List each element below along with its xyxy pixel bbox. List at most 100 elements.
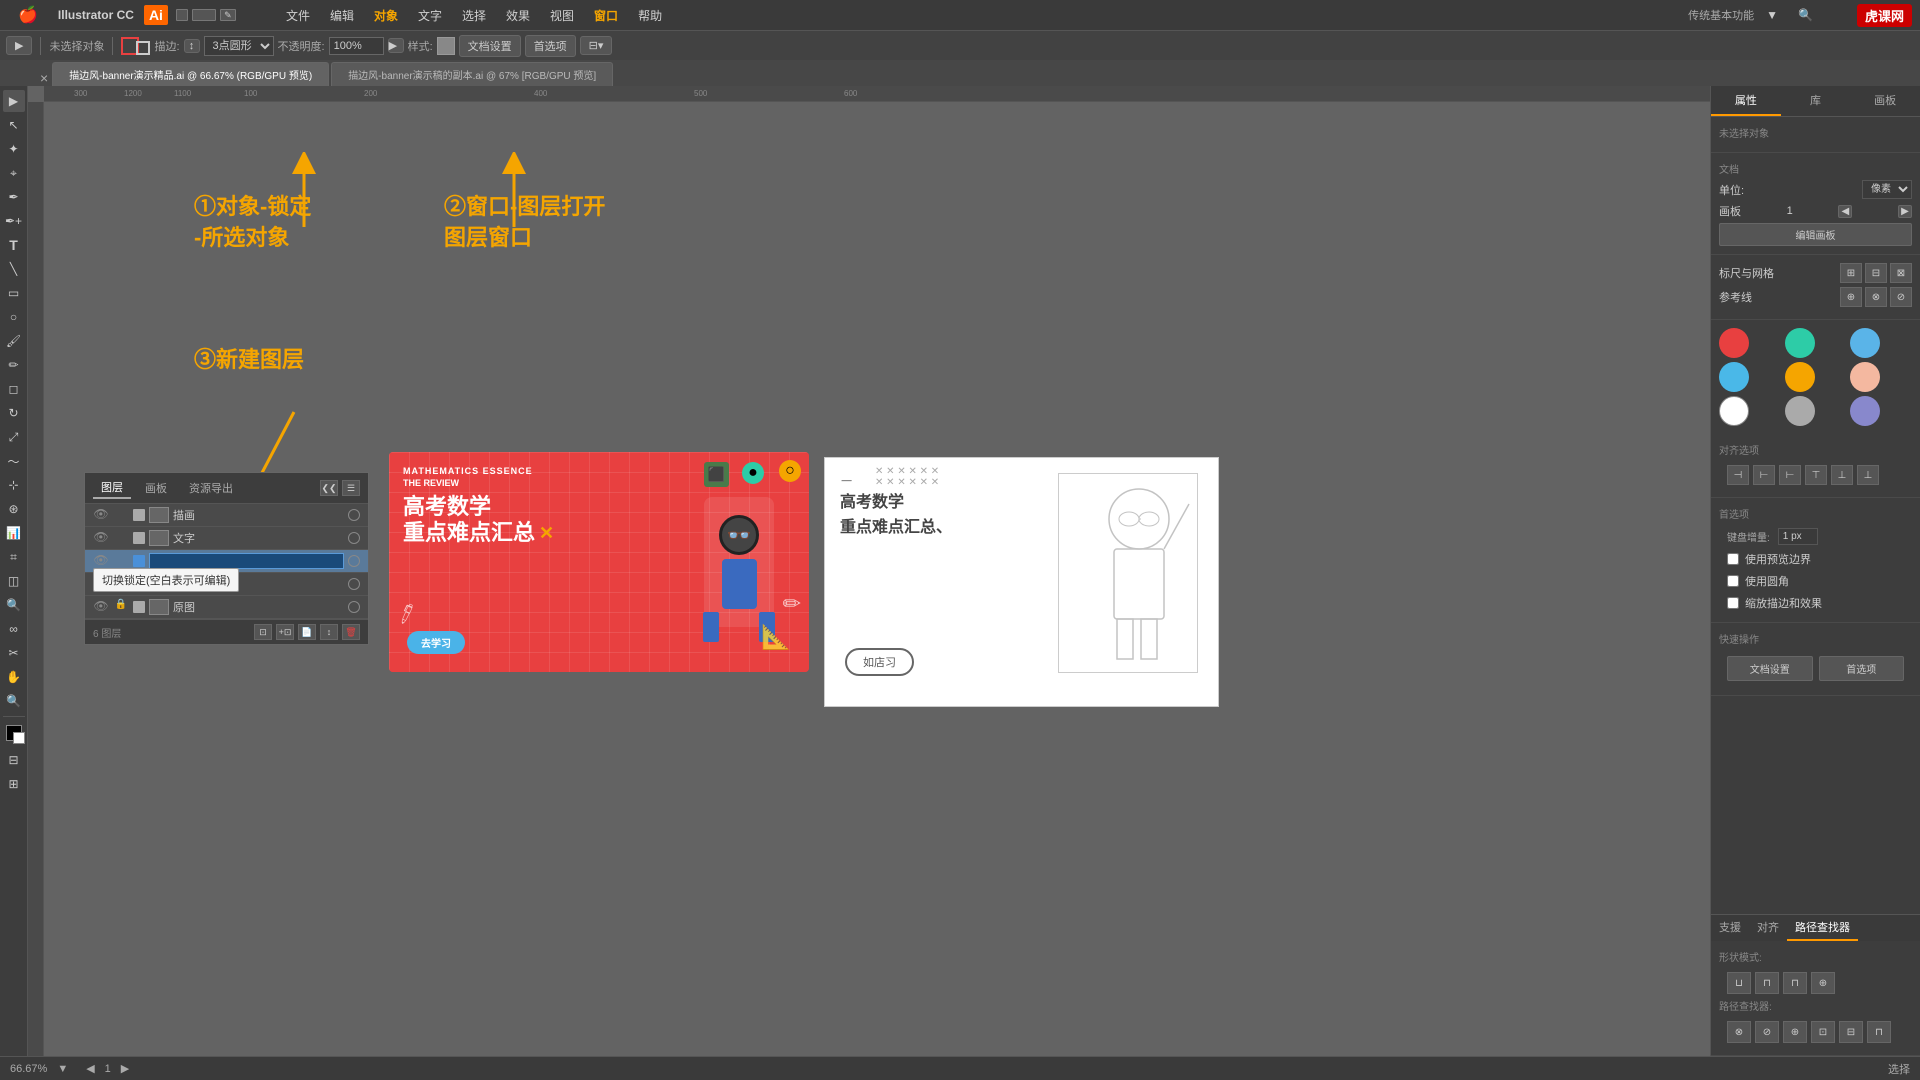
align-left[interactable]: ⊣ bbox=[1727, 465, 1749, 485]
pf-outline[interactable]: ⊟ bbox=[1839, 1021, 1863, 1043]
pf-exclude[interactable]: ⊕ bbox=[1811, 972, 1835, 994]
stroke-style-select[interactable]: 3点圆形 bbox=[204, 36, 274, 56]
menu-select[interactable]: 选择 bbox=[452, 0, 496, 30]
layer-lock-original[interactable]: 🔒 bbox=[113, 599, 129, 615]
pathfinder-tab[interactable]: 路径查找器 bbox=[1787, 915, 1858, 941]
artboard-tool[interactable]: ⊞ bbox=[3, 773, 25, 795]
pen-tool[interactable]: ✒ bbox=[3, 186, 25, 208]
add-anchor-tool[interactable]: ✒+ bbox=[3, 210, 25, 232]
preview-bounds-checkbox[interactable] bbox=[1727, 553, 1739, 565]
select-tool-btn[interactable]: ▶ bbox=[6, 36, 32, 55]
doc-settings-btn[interactable]: 文档设置 bbox=[459, 35, 521, 57]
rounded-corners-checkbox[interactable] bbox=[1727, 575, 1739, 587]
transform-tab[interactable]: 支援 bbox=[1711, 915, 1749, 941]
menu-edit[interactable]: 编辑 bbox=[320, 0, 364, 30]
gradient-tool[interactable]: ◫ bbox=[3, 570, 25, 592]
menu-view[interactable]: 视图 bbox=[540, 0, 584, 30]
app-name[interactable]: Illustrator CC bbox=[48, 0, 144, 30]
change-screen-mode[interactable]: ⊟ bbox=[3, 749, 25, 771]
layer-eye-original[interactable]: 👁 bbox=[93, 599, 109, 615]
tab-1[interactable]: 描边风-banner演示精品.ai @ 66.67% (RGB/GPU 预览) bbox=[52, 62, 329, 86]
layer-name-input[interactable] bbox=[149, 553, 344, 569]
menu-object[interactable]: 对象 bbox=[364, 0, 408, 30]
scale-stroke-checkbox[interactable] bbox=[1727, 597, 1739, 609]
apple-icon[interactable]: 🍎 bbox=[8, 0, 48, 30]
fill-control[interactable] bbox=[6, 725, 22, 741]
zoom-dropdown[interactable]: ▼ bbox=[57, 1063, 68, 1075]
pf-unite[interactable]: ⊔ bbox=[1727, 972, 1751, 994]
eyedropper-tool[interactable]: 🔍 bbox=[3, 594, 25, 616]
swatch-teal[interactable] bbox=[1785, 328, 1815, 358]
right-tab-properties[interactable]: 属性 bbox=[1711, 86, 1781, 116]
menu-file[interactable]: 文件 bbox=[276, 0, 320, 30]
edit-artboard-btn[interactable]: 编辑画板 bbox=[1719, 223, 1912, 246]
grid-btn-3[interactable]: ⊠ bbox=[1890, 263, 1912, 283]
zoom-tool[interactable]: 🔍 bbox=[3, 690, 25, 712]
layers-make-clipping[interactable]: ⊡ bbox=[254, 624, 272, 640]
preview-bounds-row[interactable]: 使用预览边界 bbox=[1719, 548, 1912, 570]
layers-tab-artboard[interactable]: 画板 bbox=[137, 478, 175, 498]
layer-item-draw[interactable]: 👁 描画 bbox=[85, 504, 368, 527]
unit-select[interactable]: 像素 bbox=[1862, 180, 1912, 199]
line-tool[interactable]: ╲ bbox=[3, 258, 25, 280]
layer-item-text[interactable]: 👁 文字 bbox=[85, 527, 368, 550]
scale-stroke-row[interactable]: 缩放描边和效果 bbox=[1719, 592, 1912, 614]
align-center-v[interactable]: ⊥ bbox=[1831, 465, 1853, 485]
layer-lock-draw[interactable] bbox=[113, 507, 129, 523]
artboard-prev[interactable]: ◀ bbox=[1838, 205, 1852, 218]
layers-menu-btn[interactable]: ☰ bbox=[342, 480, 360, 496]
banner-button[interactable]: 去学习 bbox=[407, 631, 465, 654]
pf-minus-back[interactable]: ⊓ bbox=[1867, 1021, 1891, 1043]
swatch-red[interactable] bbox=[1719, 328, 1749, 358]
menu-effects[interactable]: 效果 bbox=[496, 0, 540, 30]
symbol-sprayer-tool[interactable]: ⊛ bbox=[3, 498, 25, 520]
text-tool[interactable]: T bbox=[3, 234, 25, 256]
preferences-btn[interactable]: 首选项 bbox=[525, 35, 576, 57]
artboard-nav-next[interactable]: ▶ bbox=[121, 1062, 129, 1075]
eraser-tool[interactable]: ◻ bbox=[3, 378, 25, 400]
layer-item-original[interactable]: 👁 🔒 原图 bbox=[85, 596, 368, 619]
menu-text[interactable]: 文字 bbox=[408, 0, 452, 30]
menu-window[interactable]: 窗口 bbox=[584, 0, 628, 30]
swatch-lavender[interactable] bbox=[1850, 396, 1880, 426]
right-tab-library[interactable]: 库 bbox=[1781, 86, 1851, 116]
arrange-btn[interactable]: ⊟▾ bbox=[580, 36, 613, 55]
quick-doc-settings[interactable]: 文档设置 bbox=[1727, 656, 1813, 681]
opacity-right-btn[interactable]: ▶ bbox=[388, 38, 404, 53]
right-tab-artboards[interactable]: 画板 bbox=[1850, 86, 1920, 116]
align-bottom[interactable]: ⊥ bbox=[1857, 465, 1879, 485]
swatch-gray[interactable] bbox=[1785, 396, 1815, 426]
pf-trim[interactable]: ⊘ bbox=[1755, 1021, 1779, 1043]
canvas-area[interactable]: 300 1200 1100 100 200 400 500 600 ①对象-锁定… bbox=[28, 86, 1710, 1056]
selection-tool[interactable]: ▶ bbox=[3, 90, 25, 112]
close-all-tabs[interactable]: × bbox=[40, 70, 48, 86]
layer-lock-active[interactable] bbox=[113, 553, 129, 569]
canvas-content[interactable]: ①对象-锁定-所选对象 ②窗口-图层打开图层窗口 ③新建图层 bbox=[44, 102, 1710, 1056]
rotate-tool[interactable]: ↻ bbox=[3, 402, 25, 424]
layer-lock-text[interactable] bbox=[113, 530, 129, 546]
swatch-orange[interactable] bbox=[1785, 362, 1815, 392]
lasso-tool[interactable]: ⌖ bbox=[3, 162, 25, 184]
warp-tool[interactable]: 〜 bbox=[3, 450, 25, 472]
guide-btn-2[interactable]: ⊗ bbox=[1865, 287, 1887, 307]
artboard-next[interactable]: ▶ bbox=[1898, 205, 1912, 218]
hand-tool[interactable]: ✋ bbox=[3, 666, 25, 688]
align-tab[interactable]: 对齐 bbox=[1749, 915, 1787, 941]
artboard-nav-prev[interactable]: ◀ bbox=[86, 1062, 94, 1075]
pf-minus-front[interactable]: ⊓ bbox=[1755, 972, 1779, 994]
layer-target-sub1[interactable] bbox=[348, 578, 360, 590]
mesh-tool[interactable]: ⌗ bbox=[3, 546, 25, 568]
grid-btn-1[interactable]: ⊞ bbox=[1840, 263, 1862, 283]
layers-move-selection[interactable]: ↕ bbox=[320, 624, 338, 640]
layers-delete[interactable]: 🗑 bbox=[342, 624, 360, 640]
free-transform-tool[interactable]: ⊹ bbox=[3, 474, 25, 496]
layer-target-text[interactable] bbox=[348, 532, 360, 544]
stroke-swatch[interactable] bbox=[136, 41, 150, 55]
grid-btn-2[interactable]: ⊟ bbox=[1865, 263, 1887, 283]
scissors-tool[interactable]: ✂ bbox=[3, 642, 25, 664]
rect-tool[interactable]: ▭ bbox=[3, 282, 25, 304]
ellipse-tool[interactable]: ○ bbox=[3, 306, 25, 328]
layer-eye-draw[interactable]: 👁 bbox=[93, 507, 109, 523]
pencil-tool[interactable]: ✏ bbox=[3, 354, 25, 376]
layer-target-active[interactable] bbox=[348, 555, 360, 567]
